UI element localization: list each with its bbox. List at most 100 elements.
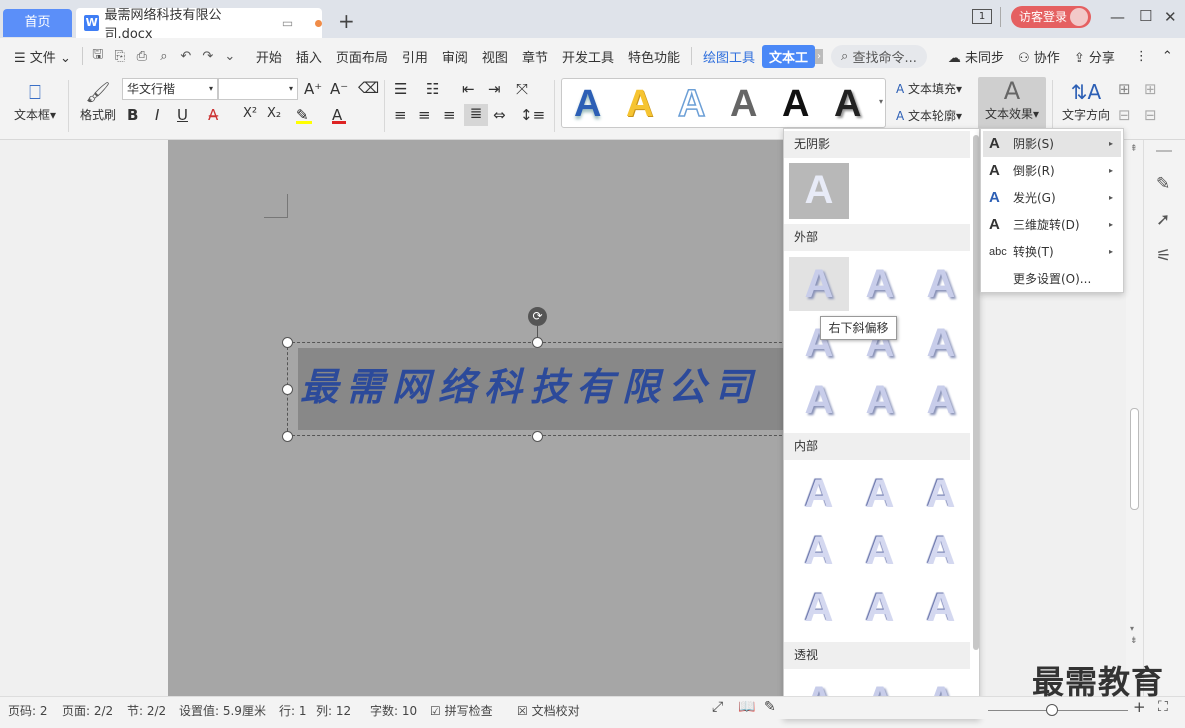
settings-sliders-icon[interactable]: ⚟ xyxy=(1156,246,1171,266)
menu-draw-tools[interactable]: 绘图工具 xyxy=(696,47,762,66)
wordart-style-2[interactable]: A xyxy=(626,83,653,126)
text-outline-button[interactable]: A 文本轮廓▾ xyxy=(896,107,962,124)
panel-scrollbar-thumb[interactable] xyxy=(973,135,979,650)
distributed-icon[interactable]: ⇔ xyxy=(493,106,506,124)
pen-icon[interactable]: ✎ xyxy=(1156,174,1170,194)
status-col[interactable]: 列: 12 xyxy=(316,702,351,719)
superscript-button[interactable]: X² xyxy=(243,106,257,121)
increase-font-icon[interactable]: A⁺ xyxy=(304,80,322,98)
underline-button[interactable]: U xyxy=(177,106,188,124)
file-menu[interactable]: ☰ 文件 ⌄ xyxy=(0,47,78,66)
command-search[interactable]: ⌕ 查找命令... xyxy=(831,44,927,68)
effect-inner-4[interactable]: A xyxy=(789,524,849,578)
text-effects-button[interactable]: A 文本效果▾ xyxy=(978,77,1046,129)
effect-outer-2[interactable]: A xyxy=(850,257,910,311)
wordart-style-5[interactable]: A xyxy=(782,83,809,126)
menu-page-layout[interactable]: 页面布局 xyxy=(329,47,395,66)
scroll-down-icon[interactable]: ▾ xyxy=(1130,624,1134,633)
customize-icon[interactable]: ⌄ xyxy=(221,49,239,64)
print-preview-icon[interactable]: ⌕ xyxy=(155,49,173,64)
wordart-text[interactable]: 最需网络科技有限公司 xyxy=(300,356,760,411)
scroll-bottom-icon[interactable]: ⇟ xyxy=(1130,636,1138,646)
align-text-icon[interactable]: ⊞ xyxy=(1118,80,1131,98)
menu-insert[interactable]: 插入 xyxy=(289,47,329,66)
effect-outer-7[interactable]: A xyxy=(789,373,849,427)
resize-handle-s[interactable] xyxy=(532,431,543,442)
menu-start[interactable]: 开始 xyxy=(249,47,289,66)
status-pages[interactable]: 页面: 2/2 xyxy=(62,702,113,719)
collab-button[interactable]: ⚇ 协作 xyxy=(1011,47,1067,66)
monitor-icon[interactable]: ▭ xyxy=(282,16,293,30)
resize-handle-w[interactable] xyxy=(282,384,293,395)
effect-inner-7[interactable]: A xyxy=(789,581,849,635)
collapse-ribbon-icon[interactable]: ⌃ xyxy=(1155,49,1180,64)
wordart-style-4[interactable]: A xyxy=(730,83,757,126)
wordart-style-gallery[interactable]: A A A A A A ▾ xyxy=(561,78,886,128)
proofread-button[interactable]: ☒ 文档校对 xyxy=(517,702,580,719)
zoom-slider[interactable] xyxy=(988,710,1128,711)
menu-text-tools[interactable]: 文本工 xyxy=(762,44,816,68)
clear-format-icon[interactable]: ⌫ xyxy=(358,79,379,97)
effect-outer-3[interactable]: A xyxy=(911,257,971,311)
subscript-button[interactable]: X₂ xyxy=(267,106,281,121)
menu-scroll-right-icon[interactable]: › xyxy=(815,48,824,64)
submenu-transform[interactable]: abc 转换(T) ▸ xyxy=(983,239,1121,265)
minimize-icon[interactable]: — xyxy=(1110,8,1125,26)
text-direction-button[interactable]: ⇅A 文字方向 xyxy=(1060,78,1112,123)
create-link-icon[interactable]: ⊞ xyxy=(1144,80,1157,98)
decrease-font-icon[interactable]: A⁻ xyxy=(330,80,348,98)
scrollbar-thumb[interactable] xyxy=(1130,408,1139,510)
submenu-shadow[interactable]: A 阴影(S) ▸ xyxy=(983,131,1121,157)
save-icon[interactable]: 🖫 xyxy=(89,45,107,67)
print-icon[interactable]: ⎙ xyxy=(133,49,151,64)
resize-handle-nw[interactable] xyxy=(282,337,293,348)
status-setting-value[interactable]: 设置值: 5.9厘米 xyxy=(179,702,266,719)
read-mode-icon[interactable]: 📖 xyxy=(738,699,755,715)
scroll-top-icon[interactable]: ⇞ xyxy=(1130,144,1138,154)
undo-icon[interactable]: ↶ xyxy=(177,49,195,64)
status-page-number[interactable]: 页码: 2 xyxy=(8,702,48,719)
spellcheck-button[interactable]: ☑ 拼写检查 xyxy=(430,702,493,719)
wordart-style-1[interactable]: A xyxy=(574,83,601,126)
share-button[interactable]: ⇪ 分享 xyxy=(1067,47,1122,66)
bold-button[interactable]: B xyxy=(127,106,138,124)
font-color-icon[interactable]: A xyxy=(332,106,346,124)
rotate-handle-icon[interactable]: ⟳ xyxy=(528,307,547,326)
status-section[interactable]: 节: 2/2 xyxy=(127,702,166,719)
submenu-glow[interactable]: A 发光(G) ▸ xyxy=(983,185,1121,211)
menu-chapter[interactable]: 章节 xyxy=(515,47,555,66)
menu-dev-tools[interactable]: 开发工具 xyxy=(555,47,621,66)
strikethrough-icon[interactable]: A̶ xyxy=(208,106,218,124)
submenu-reflection[interactable]: A 倒影(R) ▸ xyxy=(983,158,1121,184)
effect-inner-2[interactable]: A xyxy=(850,467,910,521)
unsync-button[interactable]: ☁ 未同步 xyxy=(941,47,1011,66)
zoom-slider-thumb[interactable] xyxy=(1046,704,1058,716)
status-wordcount[interactable]: 字数: 10 xyxy=(370,702,417,719)
font-name-select[interactable]: 华文行楷 ▾ xyxy=(122,78,218,100)
fullscreen-icon[interactable]: ⤢ xyxy=(712,699,723,715)
wordart-style-6[interactable]: A xyxy=(834,83,861,126)
indent-icon[interactable]: ⇥ xyxy=(488,80,501,98)
edit-mode-icon[interactable]: ✎ xyxy=(764,699,776,715)
cursor-icon[interactable]: ➚ xyxy=(1156,210,1170,230)
effect-no-shadow[interactable]: A xyxy=(789,163,849,219)
italic-button[interactable]: I xyxy=(155,106,159,124)
effect-inner-1[interactable]: A xyxy=(789,467,849,521)
chinese-layout-icon[interactable]: ⤧ xyxy=(516,80,528,98)
status-row[interactable]: 行: 1 xyxy=(279,702,307,719)
submenu-3d-rotation[interactable]: A 三维旋转(D) ▸ xyxy=(983,212,1121,238)
break-link-icon[interactable]: ⊟ xyxy=(1118,106,1131,124)
tab-document[interactable]: W 最需网络科技有限公司.docx ▭ xyxy=(76,8,322,42)
effect-outer-1[interactable]: A xyxy=(789,257,849,311)
menu-view[interactable]: 视图 xyxy=(475,47,515,66)
align-center-icon[interactable]: ≡ xyxy=(418,106,431,124)
align-right-icon[interactable]: ≡ xyxy=(443,106,456,124)
new-tab-button[interactable]: + xyxy=(338,9,355,33)
effect-outer-6[interactable]: A xyxy=(911,316,971,370)
close-icon[interactable]: ✕ xyxy=(1164,8,1177,26)
bullets-icon[interactable]: ☰ xyxy=(394,80,407,98)
menu-review[interactable]: 审阅 xyxy=(435,47,475,66)
resize-handle-sw[interactable] xyxy=(282,431,293,442)
effect-inner-8[interactable]: A xyxy=(850,581,910,635)
effect-inner-5[interactable]: A xyxy=(850,524,910,578)
